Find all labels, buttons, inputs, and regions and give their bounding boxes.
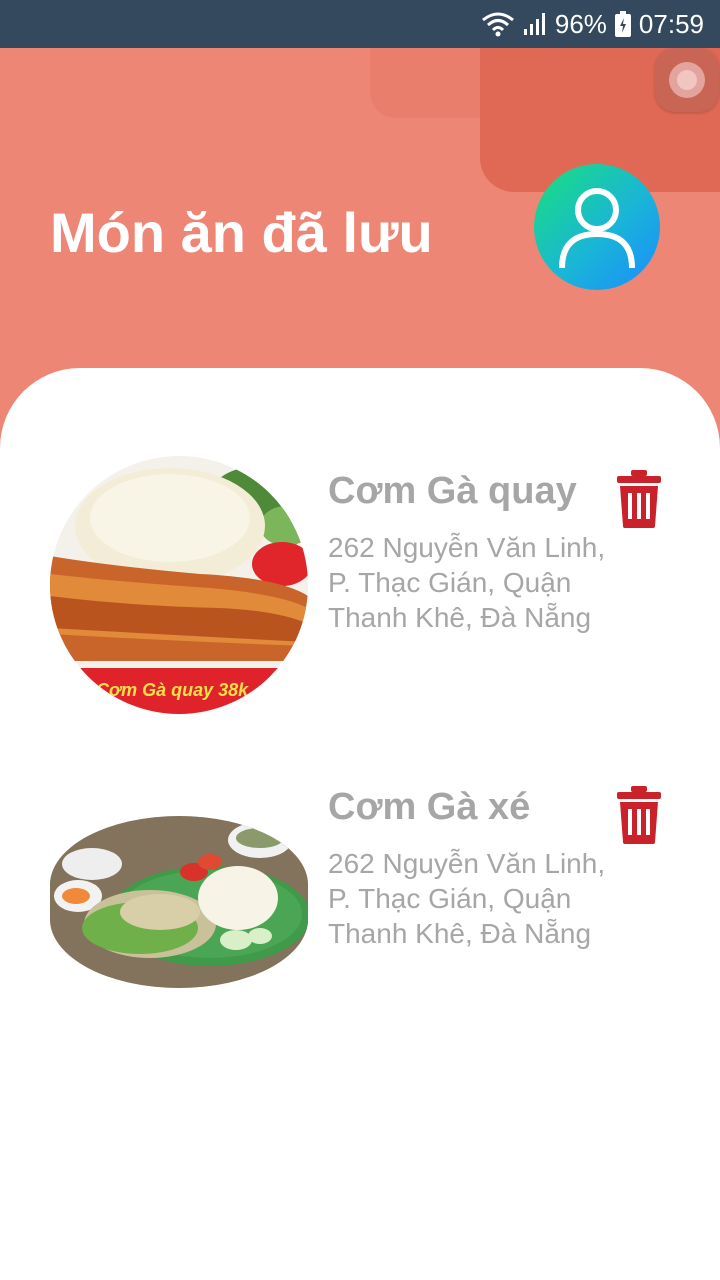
profile-button[interactable] — [534, 164, 660, 290]
saved-item[interactable]: Cơm Gà quay 38k Cơm Gà quay 262 Nguyễn V… — [0, 456, 720, 726]
trash-icon — [617, 786, 661, 844]
saved-item[interactable]: Cơm Gà xé 262 Nguyễn Văn Linh, P. Thạc G… — [0, 772, 720, 1042]
trash-icon — [617, 470, 661, 528]
wifi-icon — [481, 11, 515, 37]
status-bar: 96% 07:59 — [0, 0, 720, 48]
dish-name: Cơm Gà xé — [328, 786, 531, 828]
dish-name: Cơm Gà quay — [328, 470, 577, 512]
image-banner: Cơm Gà quay 38k — [96, 680, 249, 700]
dish-address: 262 Nguyễn Văn Linh, P. Thạc Gián, Quận … — [328, 532, 606, 633]
status-icons: 96% 07:59 — [481, 0, 704, 48]
user-icon — [559, 188, 635, 269]
signal-icon — [523, 11, 547, 37]
assistive-touch-button[interactable] — [655, 48, 719, 112]
battery-icon — [614, 11, 631, 37]
dish-image: Cơm Gà quay 38k — [50, 456, 308, 714]
delete-button[interactable] — [614, 786, 664, 844]
battery-percent: 96% — [554, 8, 607, 39]
dish-address: 262 Nguyễn Văn Linh, P. Thạc Gián, Quận … — [328, 848, 606, 949]
delete-button[interactable] — [614, 470, 664, 528]
clock: 07:59 — [638, 8, 704, 39]
page-title: Món ăn đã lưu — [50, 201, 433, 264]
dish-image — [50, 816, 308, 988]
